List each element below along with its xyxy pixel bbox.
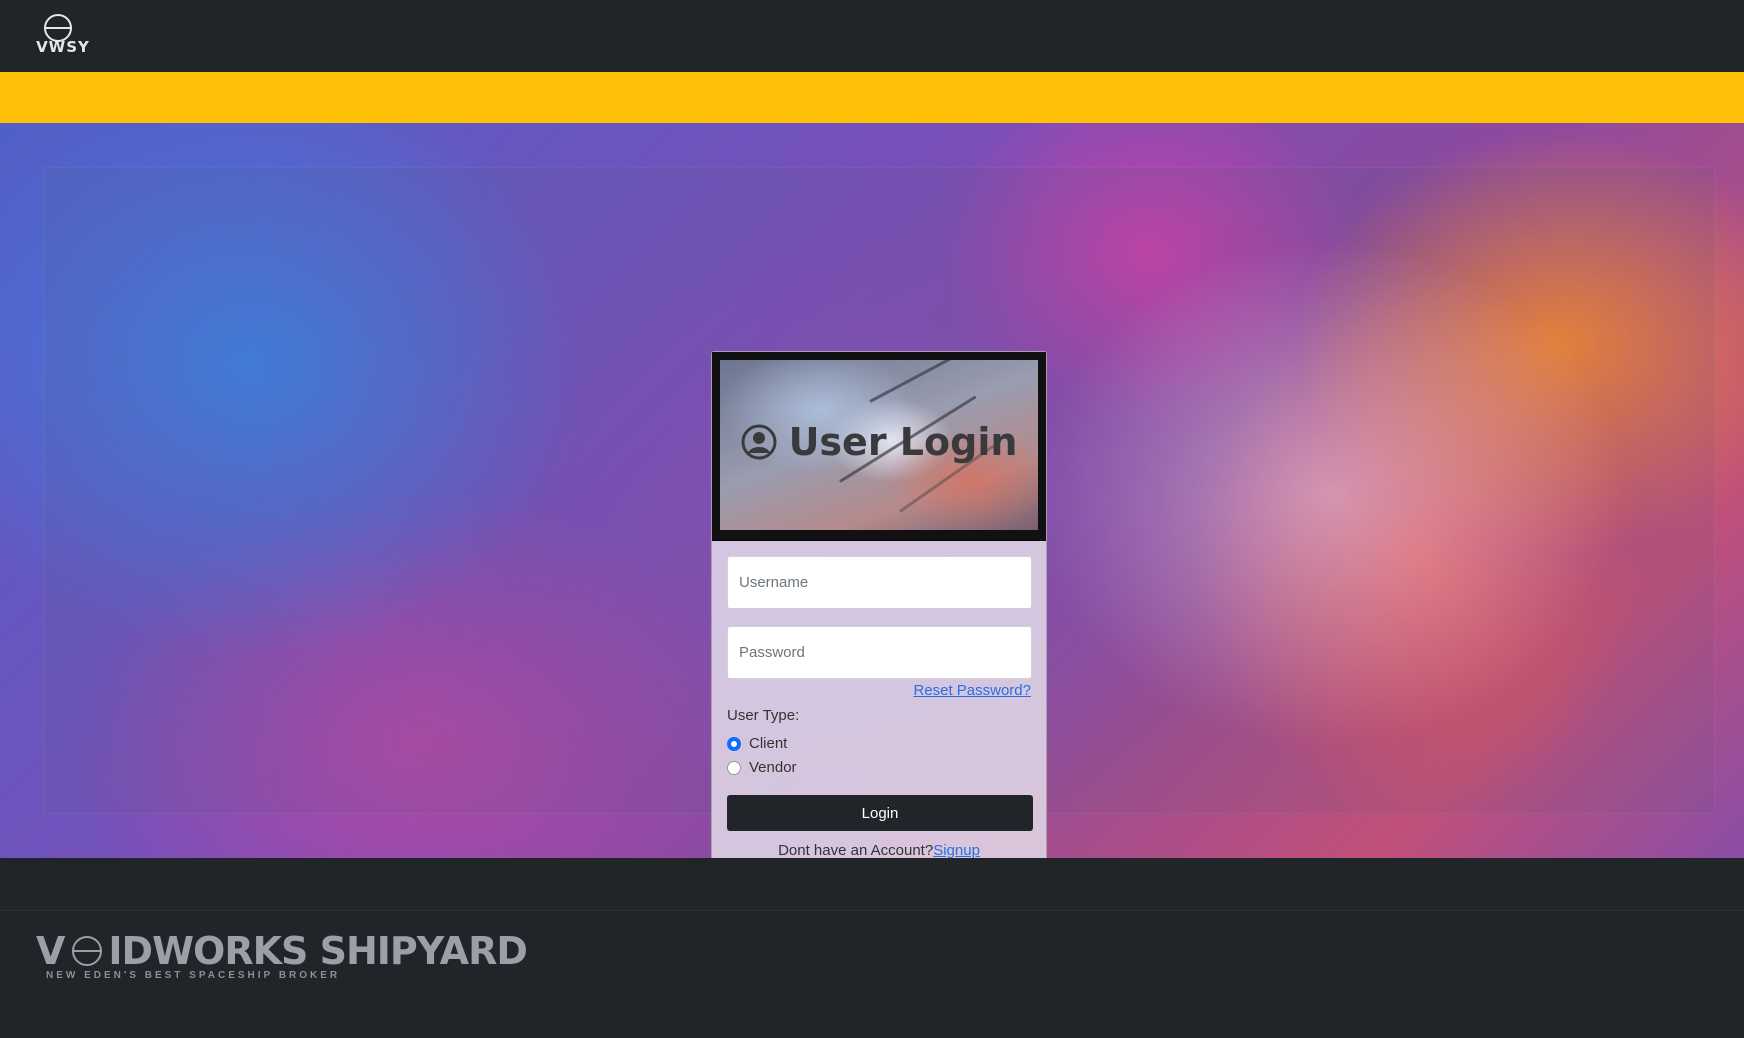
signup-row: Dont have an Account?Signup [712, 842, 1046, 859]
username-input[interactable] [727, 556, 1032, 609]
radio-client[interactable]: Client [727, 735, 787, 752]
logo-text: VWSY [36, 38, 90, 56]
radio-vendor[interactable]: Vendor [727, 759, 797, 776]
hero-background: User Login Reset Password? User Type: Cl… [0, 123, 1744, 876]
footer-brand-first: V [36, 929, 65, 973]
footer: V IDWORKS SHIPYARD NEW EDEN'S BEST SPACE… [0, 858, 1744, 1038]
signup-link[interactable]: Signup [933, 842, 980, 859]
radio-vendor-button[interactable] [727, 760, 741, 775]
radio-client-label: Client [749, 735, 788, 752]
footer-ring-icon [72, 936, 103, 966]
radio-vendor-label: Vendor [749, 759, 797, 776]
top-navbar: VWSY [0, 0, 1744, 72]
password-input[interactable] [727, 626, 1032, 679]
user-type-label: User Type: [727, 707, 800, 724]
footer-divider [0, 910, 1744, 911]
signup-prompt: Dont have an Account? [778, 842, 934, 859]
login-card-header: User Login [712, 352, 1046, 541]
user-circle-icon [741, 424, 777, 460]
login-title-text: User Login [788, 420, 1018, 464]
accent-bar [0, 72, 1744, 123]
brand-logo[interactable]: VWSY [32, 14, 94, 56]
login-title: User Login [720, 420, 1038, 464]
radio-client-button[interactable] [727, 736, 741, 751]
footer-brand-rest: IDWORKS SHIPYARD [108, 929, 527, 973]
reset-password-link[interactable]: Reset Password? [913, 682, 1031, 699]
footer-tagline: NEW EDEN'S BEST SPACESHIP BROKER [46, 970, 341, 981]
login-card: User Login Reset Password? User Type: Cl… [711, 351, 1047, 876]
footer-brand-logo: V IDWORKS SHIPYARD [36, 926, 528, 976]
header-spaceship-image: User Login [720, 360, 1038, 530]
login-button[interactable]: Login [727, 795, 1033, 831]
